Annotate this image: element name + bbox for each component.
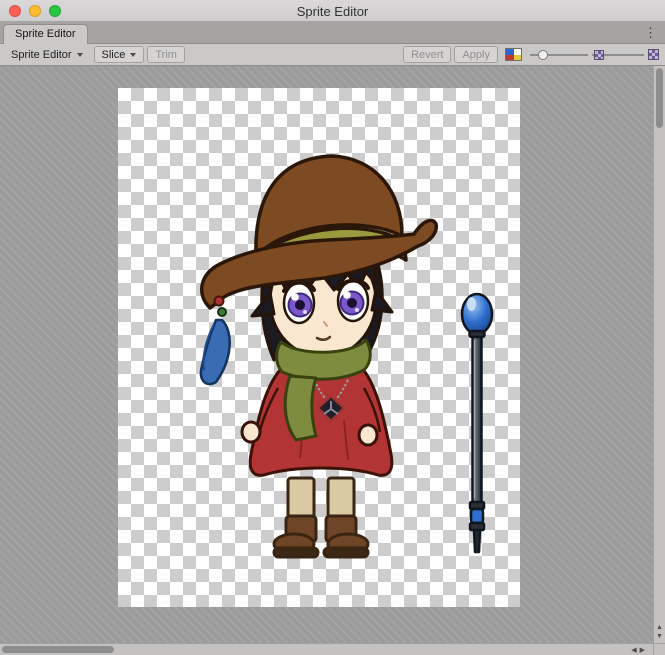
texture-area[interactable] xyxy=(118,88,520,607)
horizontal-scrollbar[interactable]: ◀▶ xyxy=(0,643,653,655)
horizontal-scrollbar-arrows: ◀▶ xyxy=(631,645,648,655)
tab-sprite-editor[interactable]: Sprite Editor xyxy=(3,24,88,44)
sprite-editor-window: Sprite Editor Sprite Editor ⋮ Sprite Edi… xyxy=(0,0,665,655)
window-title: Sprite Editor xyxy=(0,4,665,19)
mip-slider-knob[interactable] xyxy=(594,50,604,60)
horizontal-scrollbar-thumb[interactable] xyxy=(2,646,114,653)
toolbar: Sprite Editor Slice Trim Revert Apply xyxy=(0,44,665,66)
revert-button[interactable]: Revert xyxy=(403,46,451,63)
vertical-scrollbar-arrows: ▲ ▼ xyxy=(654,623,665,641)
mip-slider[interactable] xyxy=(592,49,644,61)
chevron-down-icon xyxy=(77,53,83,57)
apply-button[interactable]: Apply xyxy=(454,46,498,63)
kebab-menu-icon[interactable]: ⋮ xyxy=(644,25,657,41)
character-sprite xyxy=(118,88,520,607)
trim-button[interactable]: Trim xyxy=(147,46,185,63)
scroll-right-icon[interactable]: ▶ xyxy=(640,647,648,654)
sprite-canvas[interactable] xyxy=(0,66,653,643)
chevron-down-icon xyxy=(130,53,136,57)
orb-highlight xyxy=(467,297,476,311)
vertical-scrollbar-thumb[interactable] xyxy=(656,68,663,128)
mipmap-icon xyxy=(648,49,659,60)
hat-feather xyxy=(201,297,230,385)
dress xyxy=(242,366,392,475)
zoom-slider[interactable] xyxy=(530,49,588,61)
vertical-scrollbar[interactable]: ▲ ▼ xyxy=(653,66,665,643)
scroll-down-icon[interactable]: ▼ xyxy=(656,633,663,640)
titlebar[interactable]: Sprite Editor xyxy=(0,0,665,22)
legs xyxy=(274,478,368,557)
zoom-slider-knob[interactable] xyxy=(538,50,548,60)
tab-strip: Sprite Editor ⋮ xyxy=(0,22,665,44)
color-channel-icon[interactable] xyxy=(505,48,522,61)
scroll-up-icon[interactable]: ▲ xyxy=(656,624,663,631)
scroll-left-icon[interactable]: ◀ xyxy=(631,647,639,654)
scrollbar-corner xyxy=(653,643,665,655)
sprite-editor-mode-dropdown[interactable]: Sprite Editor xyxy=(3,46,91,63)
staff xyxy=(462,294,492,552)
slice-dropdown[interactable]: Slice xyxy=(94,46,145,63)
